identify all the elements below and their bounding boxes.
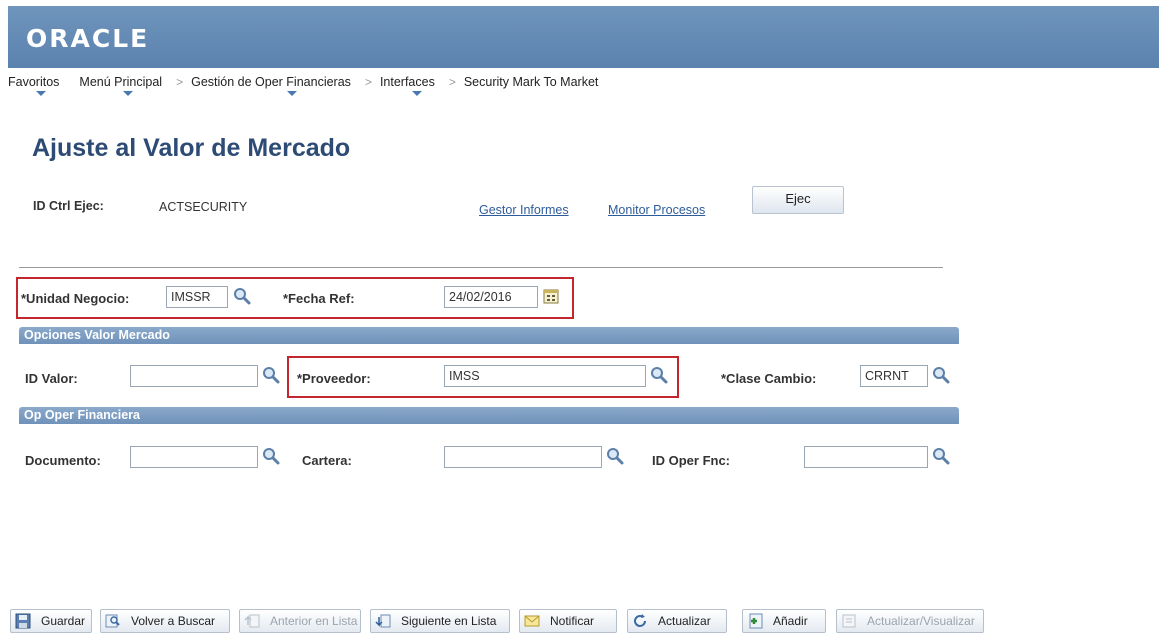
notify-icon <box>524 615 540 627</box>
return-to-search-button[interactable]: Volver a Buscar <box>100 609 230 633</box>
document-input[interactable] <box>130 446 258 468</box>
rate-class-label: *Clase Cambio: <box>721 371 817 386</box>
refresh-icon <box>634 614 646 627</box>
chevron-down-icon <box>123 91 134 96</box>
save-button[interactable]: Guardar <box>10 609 92 633</box>
lookup-icon[interactable] <box>606 447 624 465</box>
nav-item-label: Security Mark To Market <box>463 75 599 89</box>
notify-button[interactable]: Notificar <box>519 609 617 633</box>
breadcrumb: Favoritos Menú Principal > Gestión de Op… <box>8 71 605 96</box>
lookup-icon[interactable] <box>262 447 280 465</box>
nav-item-label: Menú Principal <box>79 75 163 89</box>
section-header-market-options: Opciones Valor Mercado <box>19 327 959 344</box>
provider-input[interactable] <box>444 365 646 387</box>
next-in-list-button[interactable]: Siguiente en Lista <box>370 609 510 633</box>
provider-label: *Proveedor: <box>297 371 371 386</box>
business-unit-label: *Unidad Negocio: <box>21 291 130 306</box>
add-icon <box>749 613 763 629</box>
lookup-icon[interactable] <box>233 287 251 305</box>
nav-item-label: Interfaces <box>379 75 435 89</box>
ref-date-label: *Fecha Ref: <box>283 291 355 306</box>
deal-id-input[interactable] <box>804 446 928 468</box>
id-valor-input[interactable] <box>130 365 258 387</box>
previous-in-list-label: Anterior en Lista <box>270 614 358 628</box>
deal-id-label: ID Oper Fnc: <box>652 453 731 468</box>
next-in-list-label: Siguiente en Lista <box>401 614 497 628</box>
section-header-financial-op: Op Oper Financiera <box>19 407 959 424</box>
return-to-search-label: Volver a Buscar <box>131 614 216 628</box>
lookup-icon[interactable] <box>932 366 950 384</box>
divider <box>19 267 943 268</box>
refresh-button[interactable]: Actualizar <box>627 609 727 633</box>
update-display-label: Actualizar/Visualizar <box>867 614 975 628</box>
chevron-down-icon <box>287 91 298 96</box>
nav-security-mark-to-market[interactable]: Security Mark To Market <box>464 75 605 89</box>
notify-label: Notificar <box>550 614 595 628</box>
run-button[interactable]: Ejec <box>752 186 844 214</box>
update-display-button[interactable]: Actualizar/Visualizar <box>836 609 984 633</box>
id-valor-label: ID Valor: <box>25 371 78 386</box>
nav-item-label: Favoritos <box>8 75 60 89</box>
lookup-icon[interactable] <box>932 447 950 465</box>
chevron-down-icon <box>36 91 46 96</box>
calendar-icon[interactable] <box>543 288 559 304</box>
page-title: Ajuste al Valor de Mercado <box>32 134 351 162</box>
nav-menu-principal[interactable]: Menú Principal <box>79 75 168 96</box>
previous-icon <box>244 614 260 628</box>
breadcrumb-separator: > <box>364 75 372 89</box>
add-button[interactable]: Añadir <box>742 609 826 633</box>
ref-date-input[interactable] <box>444 286 538 308</box>
nav-favoritos[interactable]: Favoritos <box>8 75 65 96</box>
lookup-icon[interactable] <box>650 366 668 384</box>
rate-class-input[interactable] <box>860 365 928 387</box>
oracle-logo: ORACLE <box>26 24 150 53</box>
save-icon <box>15 613 31 629</box>
next-icon <box>375 614 391 628</box>
lookup-icon[interactable] <box>262 366 280 384</box>
run-control-value: ACTSECURITY <box>159 200 248 214</box>
breadcrumb-separator: > <box>176 75 184 89</box>
chevron-down-icon <box>411 91 422 96</box>
business-unit-input[interactable] <box>166 286 228 308</box>
breadcrumb-separator: > <box>448 75 456 89</box>
document-label: Documento: <box>25 453 101 468</box>
report-manager-link[interactable]: Gestor Informes <box>479 203 569 217</box>
run-control-label: ID Ctrl Ejec: <box>33 199 104 213</box>
nav-interfaces[interactable]: Interfaces <box>379 75 441 96</box>
portfolio-input[interactable] <box>444 446 602 468</box>
header-banner: ORACLE <box>8 6 1159 68</box>
save-label: Guardar <box>41 614 86 628</box>
search-back-icon <box>105 614 120 628</box>
nav-gestion-oper-financieras[interactable]: Gestión de Oper Financieras <box>191 75 357 96</box>
portfolio-label: Cartera: <box>302 453 352 468</box>
nav-item-label: Gestión de Oper Financieras <box>191 75 351 89</box>
add-label: Añadir <box>773 614 808 628</box>
update-display-icon <box>842 614 856 628</box>
process-monitor-link[interactable]: Monitor Procesos <box>608 203 705 217</box>
previous-in-list-button[interactable]: Anterior en Lista <box>239 609 361 633</box>
refresh-label: Actualizar <box>658 614 711 628</box>
